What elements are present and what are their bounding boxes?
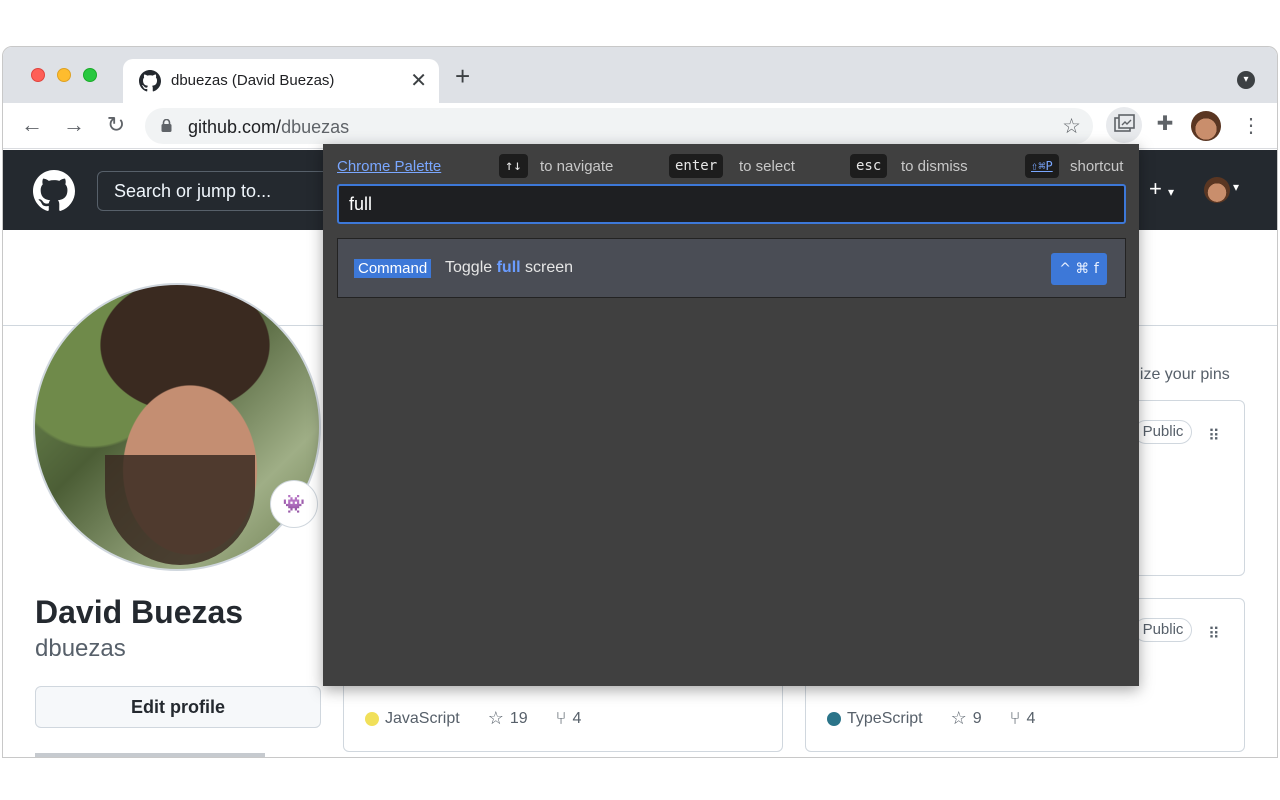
plus-icon: +	[1149, 176, 1162, 201]
star-icon[interactable]: ☆	[951, 708, 967, 729]
profile-avatar[interactable]	[1191, 111, 1221, 141]
back-arrow-icon[interactable]: ←	[19, 112, 45, 138]
result-text-after: screen	[520, 259, 574, 276]
command-type-badge: Command	[354, 259, 432, 278]
photo-detail	[105, 455, 255, 565]
repo-forks[interactable]: 4	[1026, 710, 1035, 728]
github-favicon-icon	[139, 70, 161, 92]
github-search-input[interactable]: Search or jump to...	[97, 171, 337, 211]
tab-title: dbuezas (David Buezas)	[171, 72, 335, 89]
navigate-hint: to navigate	[540, 158, 614, 175]
github-user-avatar[interactable]	[1204, 177, 1230, 203]
palette-search-input[interactable]	[337, 184, 1126, 224]
fullscreen-window-button[interactable]	[83, 68, 97, 82]
tab-strip: dbuezas (David Buezas) ✕ + ▾	[3, 47, 1277, 103]
result-label: Toggle full screen	[445, 259, 573, 277]
repo-language: TypeScript	[847, 709, 923, 727]
url-path: dbuezas	[281, 117, 350, 137]
enter-key-badge: enter	[669, 154, 724, 178]
url-text: github.com/dbuezas	[188, 117, 349, 138]
edit-profile-button[interactable]: Edit profile	[35, 686, 321, 728]
repo-meta: TypeScript ☆ 9 ⑂ 4	[827, 708, 1035, 729]
kebab-menu-icon[interactable]: ⋮	[1241, 113, 1261, 138]
chrome-palette-popup: Chrome Palette ↑↓ to navigate enter to s…	[323, 144, 1139, 686]
lock-icon[interactable]	[161, 119, 172, 132]
shortcut-hint: shortcut	[1070, 158, 1124, 175]
fork-icon[interactable]: ⑂	[556, 708, 567, 729]
esc-key-badge: esc	[850, 154, 888, 178]
visibility-badge: Public	[1134, 618, 1192, 642]
profile-username: dbuezas	[35, 635, 126, 662]
palette-window-icon	[1114, 114, 1135, 132]
create-new-menu-button[interactable]: + ▾	[1149, 176, 1174, 202]
chrome-palette-link[interactable]: Chrome Palette	[337, 158, 441, 175]
reload-icon[interactable]: ↻	[103, 112, 129, 138]
address-bar[interactable]: github.com/dbuezas ☆	[145, 108, 1093, 144]
browser-toolbar: ← → ↻ github.com/dbuezas ☆ ✚ ⋮	[3, 103, 1277, 149]
status-emoji-icon[interactable]: 👾	[270, 480, 318, 528]
tab-close-icon[interactable]: ✕	[410, 68, 427, 93]
result-text-match: full	[496, 259, 521, 276]
browser-tab[interactable]: dbuezas (David Buezas) ✕	[123, 59, 439, 103]
profile-photo[interactable]	[33, 283, 321, 571]
repo-stars[interactable]: 9	[973, 710, 982, 728]
forward-arrow-icon[interactable]: →	[61, 112, 87, 138]
drag-handle-icon[interactable]: ⠿	[1208, 426, 1220, 446]
customize-pins-link[interactable]: nize your pins	[1131, 366, 1230, 384]
repo-language: JavaScript	[385, 709, 460, 727]
repo-stars[interactable]: 19	[510, 710, 528, 728]
followers-line	[35, 750, 295, 757]
shortcut-key-link[interactable]: ⇧⌘P	[1025, 154, 1059, 178]
repo-meta: JavaScript ☆ 19 ⑂ 4	[365, 708, 581, 729]
language-color-dot	[827, 711, 841, 726]
visibility-badge: Public	[1134, 420, 1192, 444]
language-color-dot	[365, 711, 379, 726]
chrome-palette-extension-icon[interactable]	[1106, 107, 1142, 143]
select-hint: to select	[739, 158, 795, 175]
profile-display-name: David Buezas	[35, 594, 244, 630]
navigate-key-badge: ↑↓	[499, 154, 528, 178]
bookmark-star-icon[interactable]: ☆	[1062, 114, 1081, 139]
repo-forks[interactable]: 4	[572, 710, 581, 728]
caret-down-icon: ▾	[1167, 185, 1175, 199]
close-window-button[interactable]	[31, 68, 45, 82]
url-host: github.com/	[188, 117, 282, 137]
new-tab-button[interactable]: +	[455, 63, 470, 89]
dismiss-hint: to dismiss	[901, 158, 968, 175]
fork-icon[interactable]: ⑂	[1010, 708, 1021, 729]
result-shortcut-badge: ^ ⌘ f	[1051, 253, 1107, 285]
drag-handle-icon[interactable]: ⠿	[1208, 624, 1220, 644]
palette-result-item[interactable]: Command Toggle full screen ^ ⌘ f	[337, 238, 1126, 298]
extensions-puzzle-icon[interactable]: ✚	[1151, 111, 1179, 139]
palette-hints-bar: Chrome Palette ↑↓ to navigate enter to s…	[337, 152, 1127, 180]
github-logo-icon[interactable]	[33, 170, 75, 212]
result-text-before: Toggle	[445, 259, 497, 276]
minimize-window-button[interactable]	[57, 68, 71, 82]
user-menu-caret-icon[interactable]: ▾	[1233, 180, 1239, 194]
star-icon[interactable]: ☆	[488, 708, 504, 729]
tab-search-icon[interactable]: ▾	[1237, 71, 1255, 89]
